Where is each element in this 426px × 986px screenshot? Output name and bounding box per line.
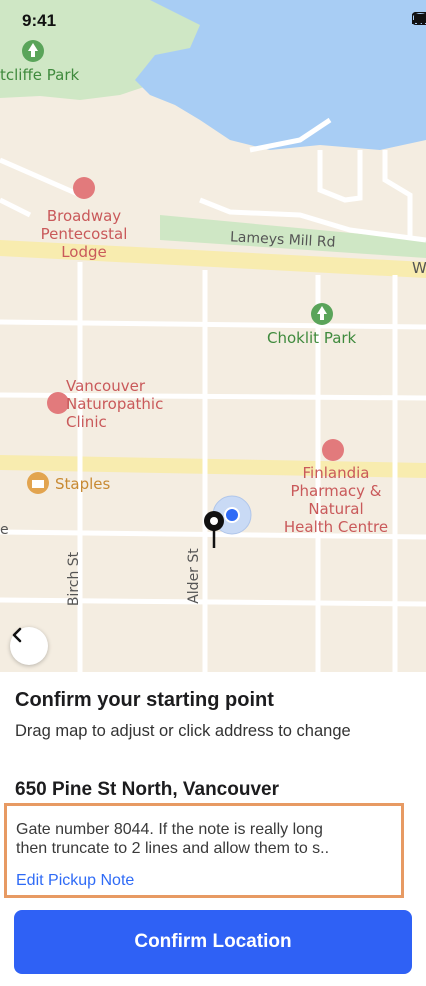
map-canvas [0,0,426,672]
note-line: Gate number 8044. If the note is really … [16,821,323,838]
label-line: Lodge [61,243,107,261]
battery-icon [412,12,426,25]
pickup-note-box: Gate number 8044. If the note is really … [4,803,404,898]
back-button[interactable] [10,627,48,665]
map-label-alder-st: Alder St [185,548,202,604]
label-line: Naturopathic [66,395,164,413]
map-label-finlandia-pharmacy[interactable]: Finlandia Pharmacy & Natural Health Cent… [270,464,402,536]
map-label-w: W [412,259,426,277]
sheet-title: Confirm your starting point [15,689,274,711]
label-line: Broadway [46,207,122,225]
confirm-location-button[interactable]: Confirm Location [14,910,412,974]
map-label-park: tcliffe Park [0,66,80,84]
note-line: then truncate to 2 lines and allow them … [16,840,330,857]
label-line: Finlandia [302,464,370,482]
label-line: Pharmacy & [290,482,382,500]
map-label-edge: e [0,522,9,538]
bottom-sheet: Confirm your starting point Drag map to … [0,672,426,986]
map-label-staples[interactable]: Staples [55,475,110,493]
label-line: Natural [308,500,364,518]
map-view[interactable]: 9:41 tcliffe Park Broadway Pentecostal L… [0,0,426,672]
label-line: Vancouver [66,377,145,395]
map-label-birch-st: Birch St [66,551,83,607]
sheet-subtitle: Drag map to adjust or click address to c… [15,722,351,740]
map-label-broadway[interactable]: Broadway Pentecostal Lodge [32,207,136,261]
label-line: Clinic [66,413,107,431]
map-label-vancouver-naturopathic[interactable]: Vancouver Naturopathic Clinic [66,377,182,431]
pickup-note-text: Gate number 8044. If the note is really … [16,820,398,858]
status-bar: 9:41 [0,0,426,44]
label-line: Health Centre [283,518,389,536]
map-label-choklit-park[interactable]: Choklit Park [267,329,356,347]
pickup-address[interactable]: 650 Pine St North, Vancouver [15,779,279,801]
edit-pickup-note-link[interactable]: Edit Pickup Note [16,872,134,890]
label-line: Pentecostal [40,225,128,243]
status-time: 9:41 [22,11,57,30]
chevron-left-icon [12,627,22,643]
